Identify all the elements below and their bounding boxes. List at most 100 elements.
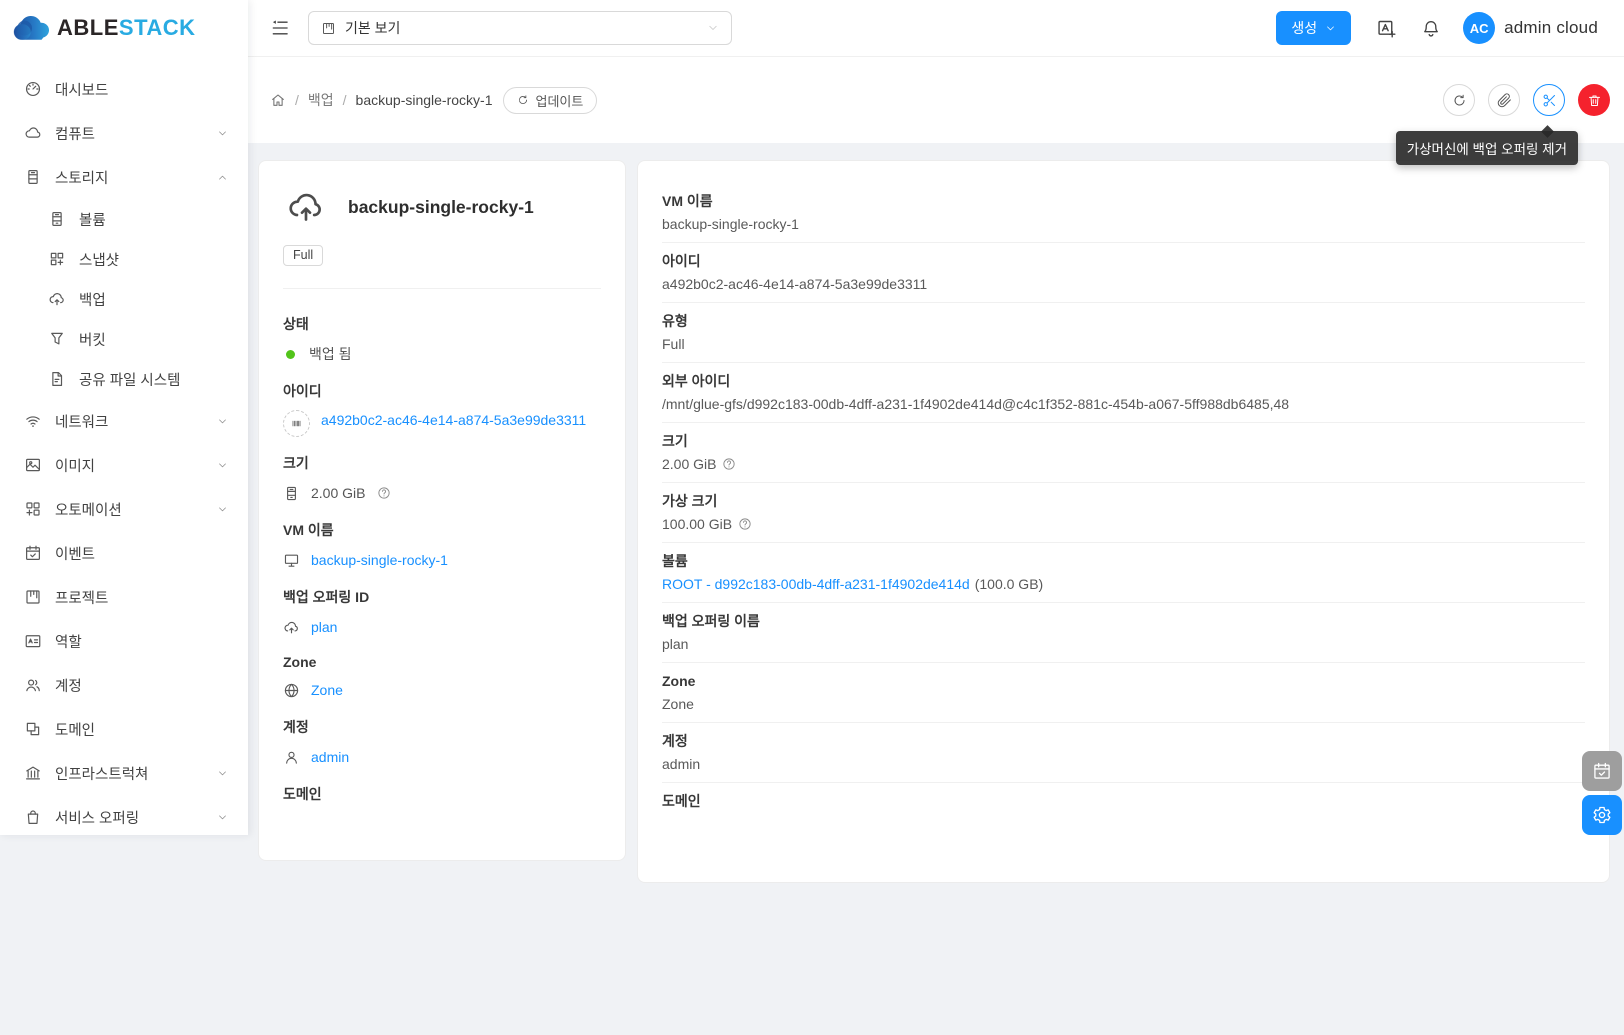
summary-fields: 상태백업 됨아이디a492b0c2-ac46-4e14-a874-5a3e99d… xyxy=(283,314,601,804)
volume-link[interactable]: ROOT - d992c183-00db-4dff-a231-1f4902de4… xyxy=(662,575,970,593)
sidebar-item-network[interactable]: 네트워크 xyxy=(0,399,248,443)
offering-icon xyxy=(24,808,42,826)
summary-field-account: 계정 admin xyxy=(283,717,601,768)
sidebar-item-project[interactable]: 프로젝트 xyxy=(0,575,248,619)
sidebar-item-shared-filesystem[interactable]: 공유 파일 시스템 xyxy=(0,359,248,399)
barcode-badge xyxy=(283,410,310,437)
sidebar-item-label: 인프라스트럭쳐 xyxy=(55,763,148,784)
backup-summary-card: backup-single-rocky-1 Full 상태백업 됨아이디a492… xyxy=(258,160,626,861)
detail-rows: VM 이름backup-single-rocky-1아이디a492b0c2-ac… xyxy=(662,183,1585,842)
detail-row-external-id: 외부 아이디/mnt/glue-gfs/d992c183-00db-4dff-a… xyxy=(662,363,1585,423)
account-icon xyxy=(24,676,42,694)
volume-suffix: (100.0 GB) xyxy=(975,575,1043,593)
sidebar-item-label: 이벤트 xyxy=(55,543,95,564)
uuid-link[interactable]: a492b0c2-ac46-4e14-a874-5a3e99de3311 xyxy=(321,410,586,432)
annotation-icon[interactable] xyxy=(1376,18,1397,39)
volume-icon xyxy=(48,210,66,228)
user-name[interactable]: admin cloud xyxy=(1504,18,1598,38)
sidebar-item-volume[interactable]: 볼륨 xyxy=(0,199,248,239)
detail-label: 볼륨 xyxy=(662,552,1585,570)
delete-button[interactable] xyxy=(1578,84,1610,116)
sidebar-menu: 대시보드컴퓨트스토리지볼륨스냅샷백업버킷공유 파일 시스템네트워크이미지오토메이… xyxy=(0,56,248,839)
sidebar-item-label: 역할 xyxy=(55,631,82,652)
bucket-icon xyxy=(48,330,66,348)
sidebar-item-domain[interactable]: 도메인 xyxy=(0,707,248,751)
detail-row-account: 계정admin xyxy=(662,723,1585,783)
sidebar-item-label: 네트워크 xyxy=(55,411,108,432)
notifications-bell-icon[interactable] xyxy=(1421,18,1441,39)
sidebar-item-backup[interactable]: 백업 xyxy=(0,279,248,319)
chevron-down-icon xyxy=(1325,23,1336,34)
remove-backup-offering-button[interactable] xyxy=(1533,84,1565,116)
view-selector[interactable]: 기본 보기 xyxy=(308,11,732,45)
brand-name-dark: ABLE xyxy=(57,15,119,41)
sidebar-item-account[interactable]: 계정 xyxy=(0,663,248,707)
type-value: Full xyxy=(662,335,685,353)
sidebar-item-storage[interactable]: 스토리지 xyxy=(0,155,248,199)
detail-row-size: 크기2.00 GiB xyxy=(662,423,1585,483)
sidebar-item-label: 공유 파일 시스템 xyxy=(79,369,180,390)
sidebar-item-label: 스토리지 xyxy=(55,167,108,188)
question-circle-icon xyxy=(738,517,752,531)
sidebar-fold-icon[interactable] xyxy=(270,18,290,38)
backup-title: backup-single-rocky-1 xyxy=(348,197,534,218)
detail-label: 외부 아이디 xyxy=(662,372,1585,390)
event-icon xyxy=(24,544,42,562)
field-label: 백업 오퍼링 ID xyxy=(283,587,601,607)
update-button[interactable]: 업데이트 xyxy=(503,87,598,114)
paperclip-icon xyxy=(1497,93,1512,108)
detail-label: 아이디 xyxy=(662,252,1585,270)
sidebar-item-automation[interactable]: 오토메이션 xyxy=(0,487,248,531)
sidebar-item-image[interactable]: 이미지 xyxy=(0,443,248,487)
reload-icon xyxy=(1452,93,1467,108)
field-label: 상태 xyxy=(283,314,601,334)
detail-label: 도메인 xyxy=(662,792,1585,810)
sidebar-item-bucket[interactable]: 버킷 xyxy=(0,319,248,359)
detail-label: 가상 크기 xyxy=(662,492,1585,510)
sidebar-item-label: 대시보드 xyxy=(55,79,108,100)
sidebar-item-role[interactable]: 역할 xyxy=(0,619,248,663)
create-button[interactable]: 생성 xyxy=(1276,11,1351,45)
backup-offering-id-link[interactable]: plan xyxy=(311,619,337,635)
sidebar-item-label: 스냅샷 xyxy=(79,249,119,270)
user-icon xyxy=(283,749,300,766)
sidebar-item-label: 버킷 xyxy=(79,329,106,350)
sidebar-item-service-offering[interactable]: 서비스 오퍼링 xyxy=(0,795,248,839)
detail-row-zone: ZoneZone xyxy=(662,663,1585,723)
page-actions xyxy=(1443,84,1610,116)
home-icon[interactable] xyxy=(270,92,286,108)
breadcrumb-item[interactable]: 백업 xyxy=(308,90,334,110)
user-avatar[interactable]: AC xyxy=(1463,12,1495,44)
attach-button[interactable] xyxy=(1488,84,1520,116)
field-label: 계정 xyxy=(283,717,601,737)
summary-field-zone: ZoneZone xyxy=(283,654,601,701)
globe-icon xyxy=(283,682,300,699)
sidebar-item-snapshot[interactable]: 스냅샷 xyxy=(0,239,248,279)
account-link[interactable]: admin xyxy=(311,749,349,765)
storage-icon xyxy=(24,168,42,186)
summary-field-uuid: 아이디a492b0c2-ac46-4e14-a874-5a3e99de3311 xyxy=(283,381,601,437)
sidebar-submenu-storage: 볼륨스냅샷백업버킷공유 파일 시스템 xyxy=(0,199,248,399)
zone-link[interactable]: Zone xyxy=(311,682,343,698)
refresh-button[interactable] xyxy=(1443,84,1475,116)
divider xyxy=(283,288,601,289)
brand-logo[interactable]: ABLESTACK xyxy=(0,0,248,56)
tooltip-remove-backup-offering: 가상머신에 백업 오퍼링 제거 xyxy=(1396,131,1578,165)
sidebar-item-event[interactable]: 이벤트 xyxy=(0,531,248,575)
settings-button[interactable] xyxy=(1582,795,1622,835)
sidebar-item-dashboard[interactable]: 대시보드 xyxy=(0,67,248,111)
sidebar-item-label: 이미지 xyxy=(55,455,95,476)
breadcrumb-separator: / xyxy=(343,92,347,108)
status-text: 백업 됨 xyxy=(309,344,352,364)
update-button-label: 업데이트 xyxy=(536,91,584,110)
sidebar-item-infrastructure[interactable]: 인프라스트럭쳐 xyxy=(0,751,248,795)
automation-icon xyxy=(24,500,42,518)
sidebar-item-compute[interactable]: 컴퓨트 xyxy=(0,111,248,155)
event-timeline-button[interactable] xyxy=(1582,751,1622,791)
field-label: 크기 xyxy=(283,453,601,473)
chevron-down-icon xyxy=(217,504,228,515)
chevron-down-icon xyxy=(217,172,228,183)
account-value: admin xyxy=(662,755,700,773)
vm-name-link[interactable]: backup-single-rocky-1 xyxy=(311,552,448,568)
size-value: 2.00 GiB xyxy=(662,455,716,473)
